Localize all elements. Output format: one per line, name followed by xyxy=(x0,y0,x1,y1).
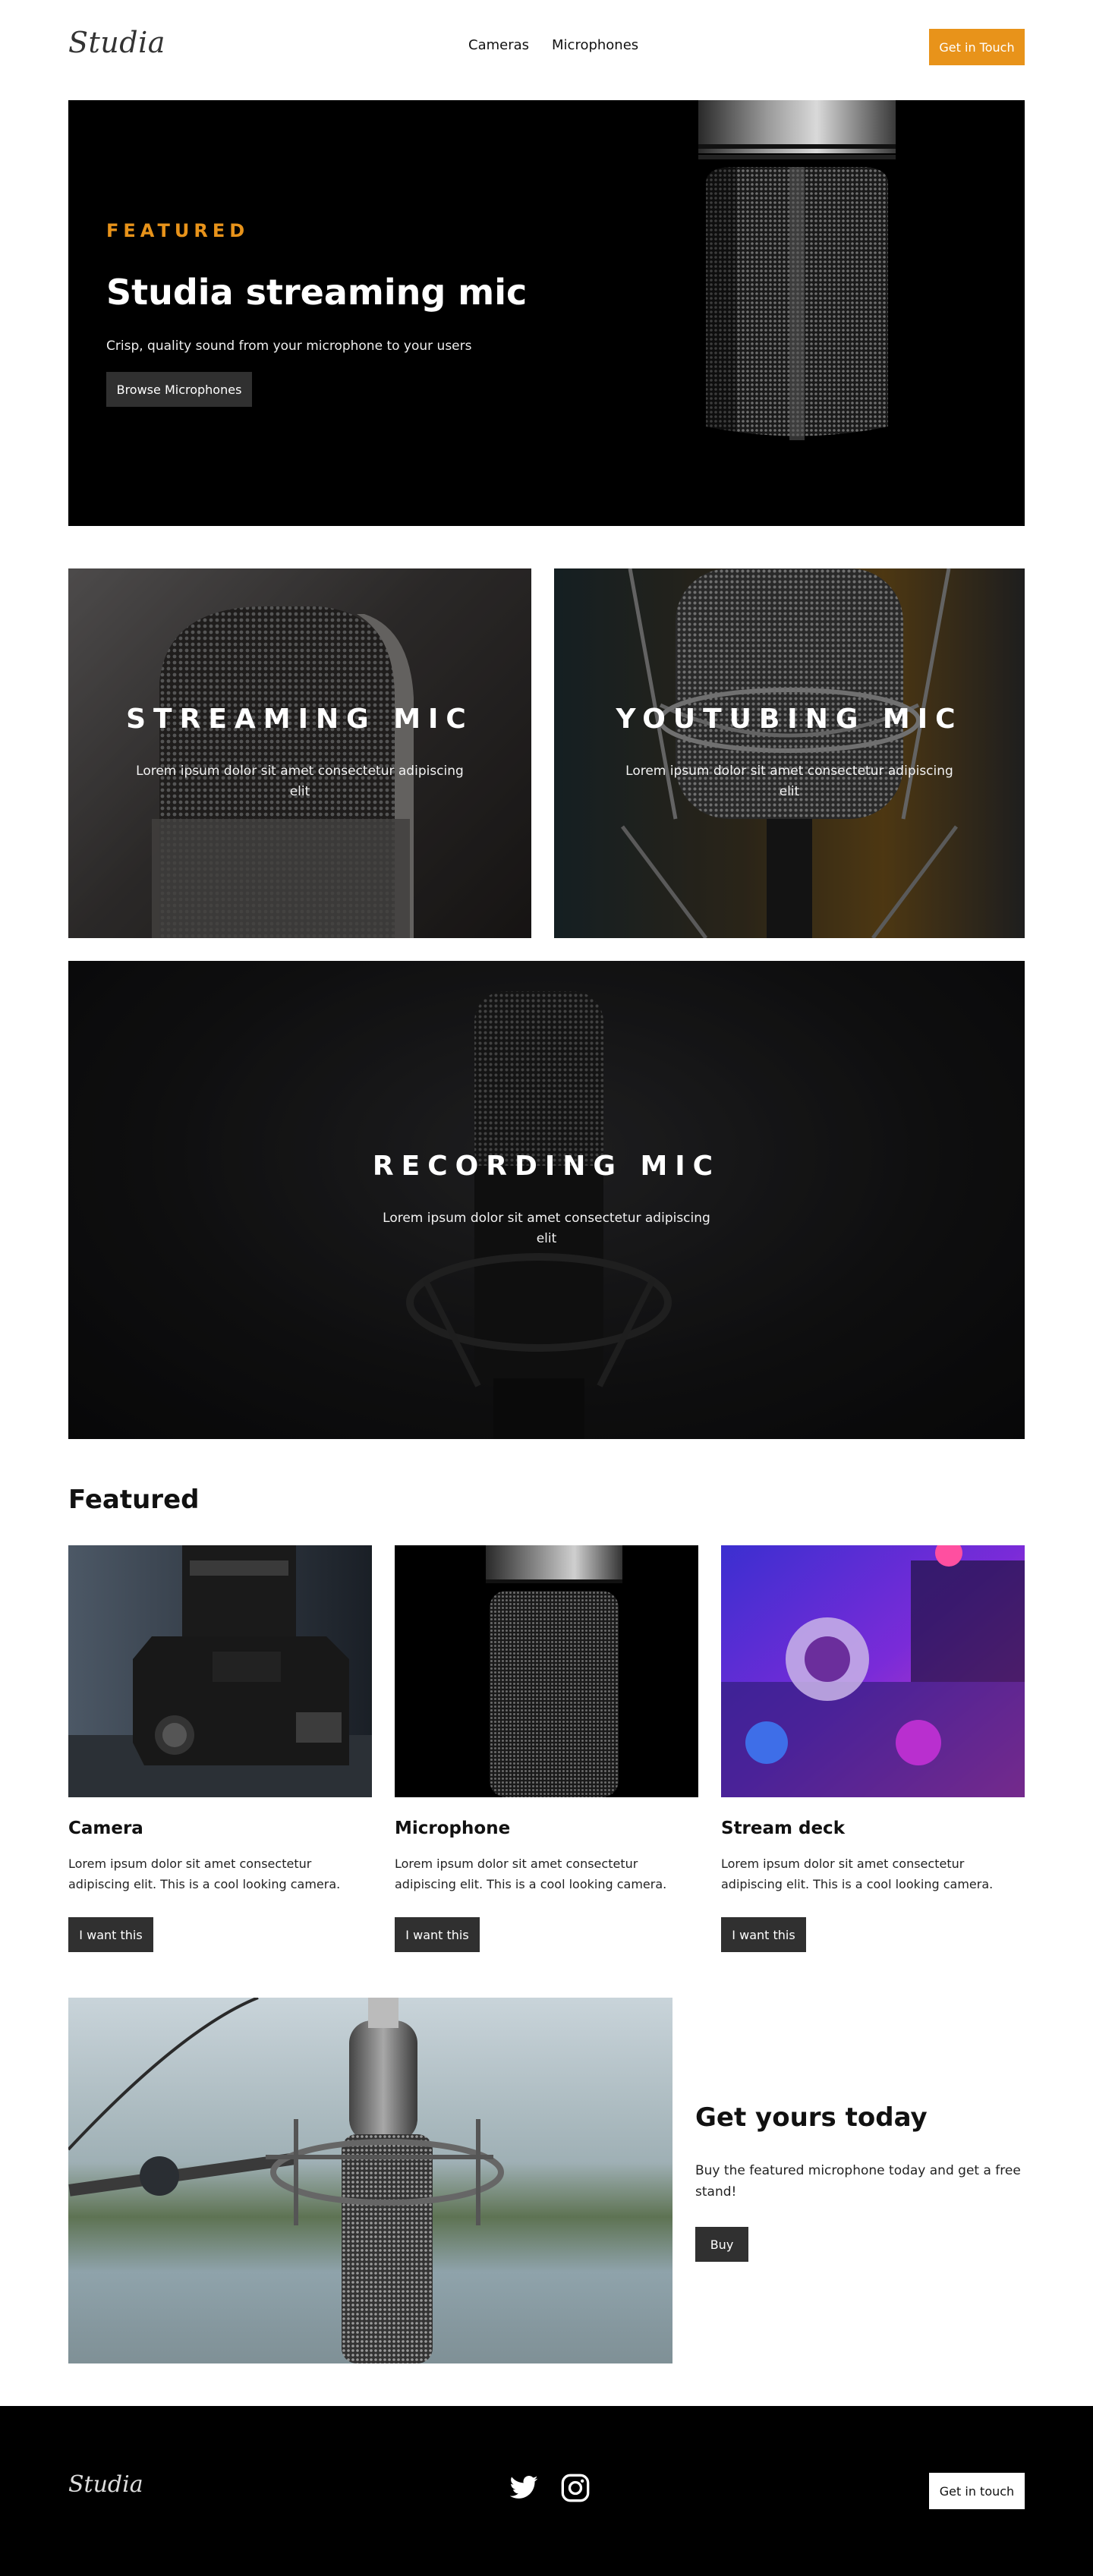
card-title: Camera xyxy=(68,1819,143,1838)
instagram-icon[interactable] xyxy=(560,2473,591,2503)
category-tile-youtubing[interactable]: YOUTUBING MIC Lorem ipsum dolor sit amet… xyxy=(554,568,1025,938)
tile-overlay xyxy=(68,568,531,938)
tile-title: RECORDING MIC xyxy=(372,1151,721,1182)
promo-microphone-image xyxy=(68,1998,672,2363)
product-card-camera: Camera Lorem ipsum dolor sit amet consec… xyxy=(68,1545,372,1952)
camera-image xyxy=(68,1545,372,1797)
card-text: Lorem ipsum dolor sit amet consectetur a… xyxy=(721,1856,994,1891)
get-in-touch-button[interactable]: Get in Touch xyxy=(929,29,1025,65)
logo-text: Studia xyxy=(68,26,165,59)
browse-microphones-button[interactable]: Browse Microphones xyxy=(106,372,252,407)
tile-description: Lorem ipsum dolor sit amet consectetur a… xyxy=(625,764,953,799)
hero-title: Studia streaming mic xyxy=(106,272,528,313)
product-card-stream-deck: Stream deck Lorem ipsum dolor sit amet c… xyxy=(721,1545,1025,1952)
i-want-this-button[interactable]: I want this xyxy=(395,1917,480,1952)
promo-text: Buy the featured microphone today and ge… xyxy=(695,2163,1021,2200)
i-want-this-button[interactable]: I want this xyxy=(721,1917,806,1952)
tile-overlay xyxy=(554,568,1025,938)
card-title: Microphone xyxy=(395,1819,511,1838)
twitter-icon[interactable] xyxy=(509,2473,539,2503)
nav-link-cameras[interactable]: Cameras xyxy=(468,37,529,53)
hero-eyebrow: FEATURED xyxy=(106,220,250,241)
category-tile-streaming[interactable]: STREAMING MIC Lorem ipsum dolor sit amet… xyxy=(68,568,531,938)
tile-title: YOUTUBING MIC xyxy=(616,704,963,735)
product-card-microphone: Microphone Lorem ipsum dolor sit amet co… xyxy=(395,1545,698,1952)
nav-link-microphones[interactable]: Microphones xyxy=(552,37,638,53)
hero-banner: FEATURED Studia streaming mic Crisp, qua… xyxy=(68,100,1025,526)
featured-heading: Featured xyxy=(68,1485,200,1515)
card-title: Stream deck xyxy=(721,1819,845,1838)
footer-get-in-touch-button[interactable]: Get in touch xyxy=(929,2473,1025,2509)
tile-description: Lorem ipsum dolor sit amet consectetur a… xyxy=(383,1211,710,1246)
tile-description: Lorem ipsum dolor sit amet consectetur a… xyxy=(136,764,464,799)
tile-title: STREAMING MIC xyxy=(126,704,474,735)
hero-subtitle: Crisp, quality sound from your microphon… xyxy=(106,339,472,354)
site-header: Studia Cameras Microphones Get in Touch xyxy=(0,0,1093,94)
site-footer: Studia Get in touch xyxy=(0,2406,1093,2576)
stream-deck-image xyxy=(721,1545,1025,1797)
main-nav: Cameras Microphones xyxy=(468,37,638,53)
buy-button[interactable]: Buy xyxy=(695,2227,748,2262)
tile-overlay xyxy=(68,961,1025,1439)
microphone-image xyxy=(395,1545,698,1797)
category-tile-recording[interactable]: RECORDING MIC Lorem ipsum dolor sit amet… xyxy=(68,961,1025,1439)
card-text: Lorem ipsum dolor sit amet consectetur a… xyxy=(395,1856,667,1891)
footer-logo[interactable]: Studia xyxy=(68,2471,143,2498)
footer-logo-text: Studia xyxy=(68,2471,143,2498)
card-text: Lorem ipsum dolor sit amet consectetur a… xyxy=(68,1856,341,1891)
hero-microphone-image xyxy=(691,100,896,440)
i-want-this-button[interactable]: I want this xyxy=(68,1917,153,1952)
logo[interactable]: Studia xyxy=(68,26,165,59)
promo-title: Get yours today xyxy=(695,2102,928,2133)
